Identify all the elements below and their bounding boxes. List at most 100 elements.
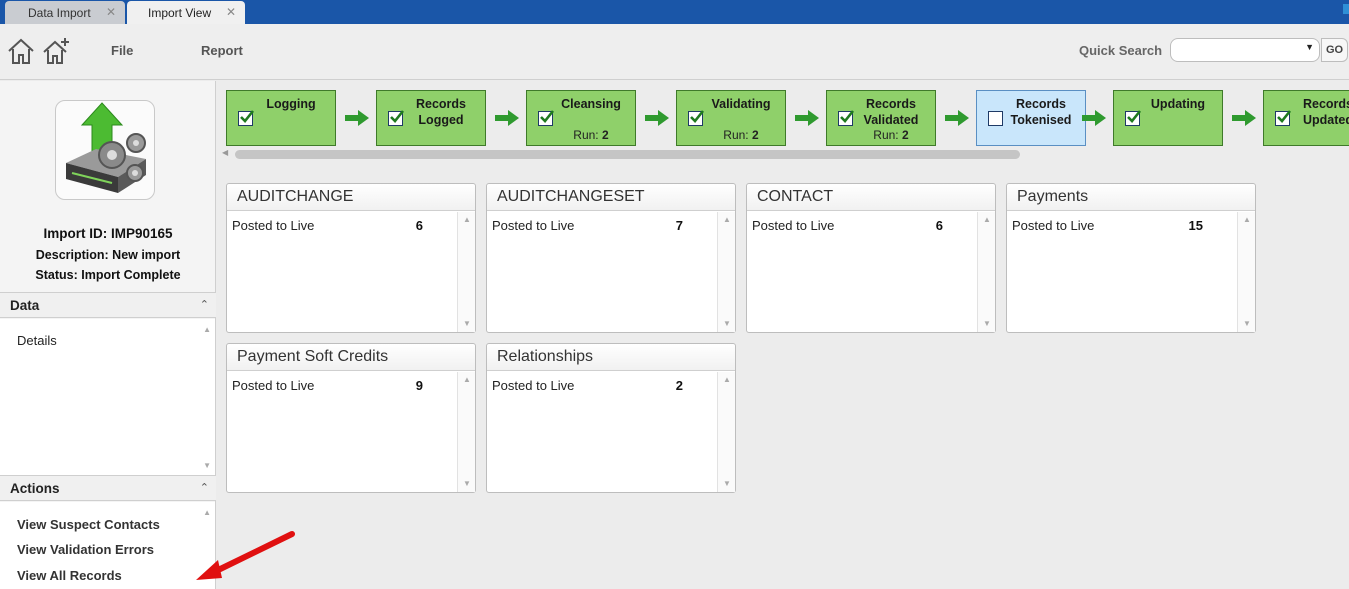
card-scrollbar[interactable]: ▲ ▼ — [717, 372, 735, 492]
card-row-value[interactable]: 7 — [637, 218, 683, 233]
card-row-value[interactable]: 6 — [897, 218, 943, 233]
card-row-value[interactable]: 6 — [377, 218, 423, 233]
card-row-value[interactable]: 2 — [637, 378, 683, 393]
tabbar-corner — [1343, 4, 1349, 14]
action-view-suspect-contacts[interactable]: View Suspect Contacts — [17, 517, 160, 532]
card-row-label[interactable]: Posted to Live — [752, 218, 834, 233]
scroll-down-icon[interactable]: ▼ — [723, 319, 731, 328]
data-section-body: Details ▲ ▼ — [0, 319, 215, 476]
scroll-down-icon[interactable]: ▼ — [723, 479, 731, 488]
card-row-label[interactable]: Posted to Live — [492, 218, 574, 233]
menu-file[interactable]: File — [111, 43, 133, 58]
card-title: CONTACT — [757, 188, 834, 205]
card-row-label[interactable]: Posted to Live — [1012, 218, 1094, 233]
import-status: Status: Import Complete — [35, 268, 181, 282]
checkbox-icon — [238, 110, 255, 126]
import-description: Description: New import — [35, 248, 181, 262]
sidebar-item-details[interactable]: Details — [17, 333, 57, 348]
workflow-step-name: Cleansing — [561, 97, 621, 111]
scroll-up-icon[interactable]: ▲ — [723, 375, 731, 384]
workflow-step-run: Run: 2 — [701, 128, 781, 142]
scroll-down-icon[interactable]: ▼ — [463, 319, 471, 328]
scroll-down-icon[interactable]: ▼ — [983, 319, 991, 328]
checkbox-icon — [688, 110, 705, 126]
scroll-up-icon[interactable]: ▲ — [983, 215, 991, 224]
dropdown-caret-icon[interactable]: ▼ — [1305, 42, 1314, 52]
home-icon[interactable] — [6, 36, 36, 66]
workflow-step[interactable]: Records Updated — [1263, 90, 1349, 146]
card-header: AUDITCHANGE — [227, 184, 475, 211]
step-arrow-icon — [645, 110, 669, 126]
close-icon[interactable]: ✕ — [106, 5, 116, 19]
workflow-step[interactable]: Records Tokenised — [976, 90, 1086, 146]
action-view-validation-errors[interactable]: View Validation Errors — [17, 542, 154, 557]
scroll-up-icon[interactable]: ▲ — [203, 325, 211, 334]
tab-label: Import View — [148, 6, 212, 20]
tab-data-import[interactable]: Data Import ✕ — [5, 1, 125, 24]
card-title: AUDITCHANGE — [237, 188, 354, 205]
entity-card: AUDITCHANGE Posted to Live 6 ▲ ▼ — [226, 183, 476, 333]
scroll-down-icon[interactable]: ▼ — [1243, 319, 1251, 328]
workflow-step[interactable]: Updating — [1113, 90, 1223, 146]
data-section-title: Data — [10, 298, 40, 313]
card-row-value[interactable]: 15 — [1157, 218, 1203, 233]
scroll-up-icon[interactable]: ▲ — [1243, 215, 1251, 224]
scroll-up-icon[interactable]: ▲ — [463, 215, 471, 224]
close-icon[interactable]: ✕ — [226, 5, 236, 19]
workflow-step-name: Updating — [1150, 97, 1206, 111]
quick-search-input[interactable]: ▼ — [1170, 38, 1320, 62]
entity-card: Relationships Posted to Live 2 ▲ ▼ — [486, 343, 736, 493]
entity-card: AUDITCHANGESET Posted to Live 7 ▲ ▼ — [486, 183, 736, 333]
card-row-label[interactable]: Posted to Live — [232, 218, 314, 233]
card-title: Payments — [1017, 188, 1089, 205]
scroll-down-icon[interactable]: ▼ — [203, 461, 211, 470]
card-scrollbar[interactable]: ▲ ▼ — [977, 212, 995, 332]
go-button[interactable]: GO — [1321, 38, 1348, 62]
workflow-step[interactable]: Records Validated Run: 2 — [826, 90, 936, 146]
run-label: Run: — [723, 128, 749, 142]
actions-section-header[interactable]: Actions ⌃ — [0, 475, 216, 501]
import-id: Import ID: IMP90165 — [43, 226, 173, 241]
quick-search-label: Quick Search — [1079, 43, 1163, 58]
card-row-label[interactable]: Posted to Live — [232, 378, 314, 393]
action-view-all-records[interactable]: View All Records — [17, 568, 122, 583]
data-section-header[interactable]: Data ⌃ — [0, 292, 216, 318]
workflow-step[interactable]: Validating Run: 2 — [676, 90, 786, 146]
workflow-step-name: Validating — [711, 97, 771, 111]
card-row-label[interactable]: Posted to Live — [492, 378, 574, 393]
card-scrollbar[interactable]: ▲ ▼ — [717, 212, 735, 332]
chevron-up-icon[interactable]: ⌃ — [200, 481, 209, 494]
card-scrollbar[interactable]: ▲ ▼ — [457, 372, 475, 492]
workflow-step-name: Records Tokenised — [1010, 97, 1072, 127]
scroll-up-icon[interactable]: ▲ — [723, 215, 731, 224]
horizontal-scrollbar[interactable] — [235, 150, 1020, 159]
actions-section-title: Actions — [10, 481, 60, 496]
card-header: CONTACT — [747, 184, 995, 211]
card-header: AUDITCHANGESET — [487, 184, 735, 211]
entity-card: CONTACT Posted to Live 6 ▲ ▼ — [746, 183, 996, 333]
add-home-icon[interactable] — [41, 36, 71, 66]
workflow-step[interactable]: Records Logged — [376, 90, 486, 146]
run-value: 2 — [602, 128, 609, 142]
workflow-step[interactable]: Logging — [226, 90, 336, 146]
workflow-step-name: Logging — [266, 97, 316, 111]
run-value: 2 — [752, 128, 759, 142]
card-row-value[interactable]: 9 — [377, 378, 423, 393]
toolbar: File Report Quick Search ▼ GO — [0, 24, 1349, 80]
workflow-step[interactable]: Cleansing Run: 2 — [526, 90, 636, 146]
workflow-step-run: Run: 2 — [851, 128, 931, 142]
scroll-up-icon[interactable]: ▲ — [463, 375, 471, 384]
scroll-down-icon[interactable]: ▼ — [463, 479, 471, 488]
checkbox-icon — [1125, 110, 1142, 126]
card-scrollbar[interactable]: ▲ ▼ — [1237, 212, 1255, 332]
scroll-left-icon[interactable]: ◀ — [222, 148, 228, 157]
run-label: Run: — [573, 128, 599, 142]
card-scrollbar[interactable]: ▲ ▼ — [457, 212, 475, 332]
annotation-arrow-icon — [196, 531, 295, 580]
menu-report[interactable]: Report — [201, 43, 243, 58]
tab-label: Data Import — [28, 6, 91, 20]
tab-import-view[interactable]: Import View ✕ — [127, 1, 245, 24]
step-arrow-icon — [345, 110, 369, 126]
chevron-up-icon[interactable]: ⌃ — [200, 298, 209, 311]
scroll-up-icon[interactable]: ▲ — [203, 508, 211, 517]
